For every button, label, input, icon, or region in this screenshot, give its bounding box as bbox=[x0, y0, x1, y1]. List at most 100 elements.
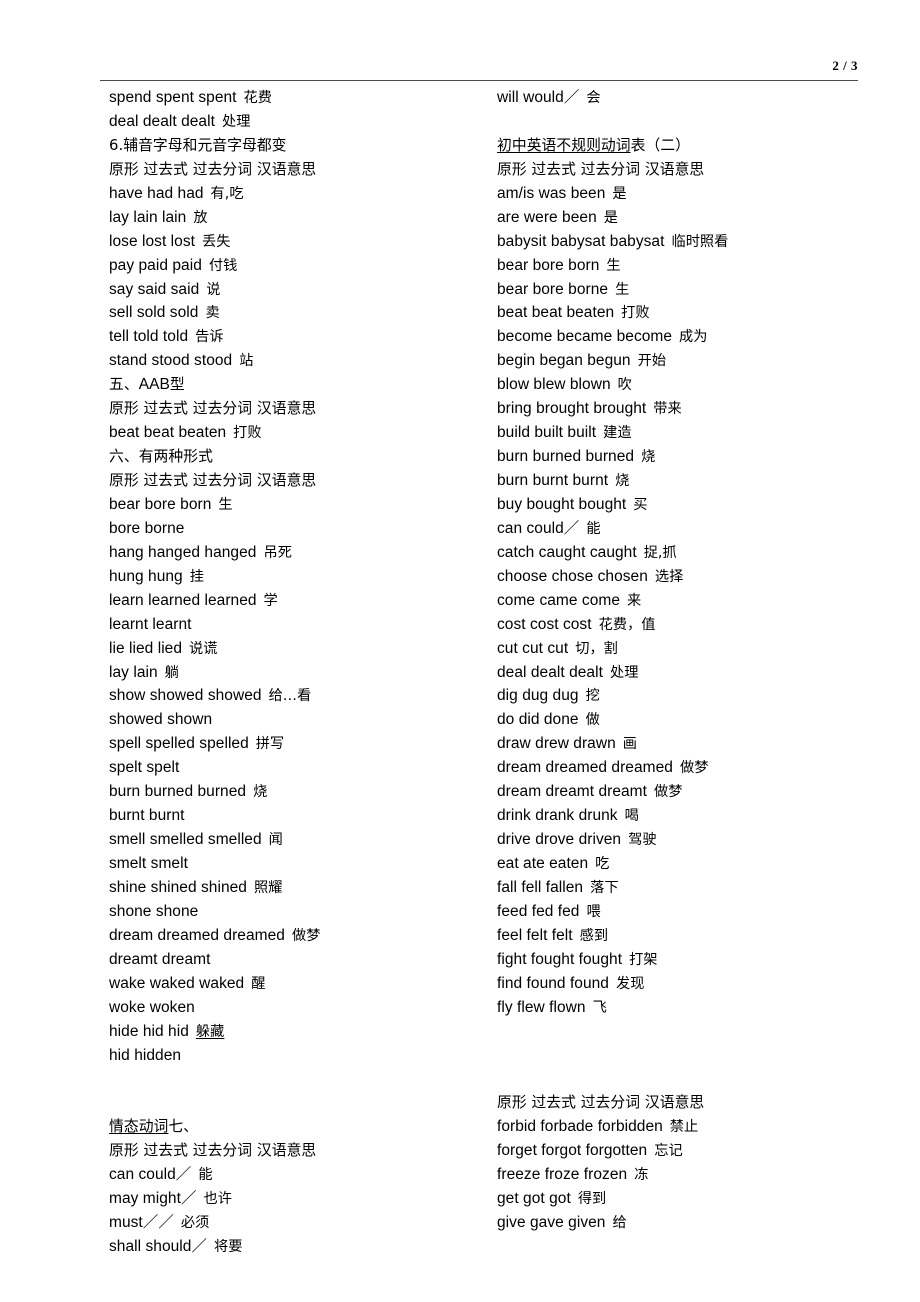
verb-forms-text: bear bore borne bbox=[497, 280, 609, 298]
chinese-meaning-text: 做 bbox=[585, 712, 600, 729]
verb-forms-text: dream dreamed dreamed bbox=[109, 926, 285, 944]
verb-entry-line: get got got 得到 bbox=[497, 1187, 887, 1211]
verb-forms-text: fight fought fought bbox=[497, 950, 623, 968]
left-column: spend spent spent 花费 deal dealt dealt 处理 6.辅… bbox=[109, 86, 499, 1259]
chinese-meaning-text: 丢失 bbox=[202, 233, 231, 250]
verb-forms-text: dreamt dreamt bbox=[109, 950, 211, 968]
chinese-meaning-text: 驾驶 bbox=[628, 832, 657, 849]
verb-entry-line: deal dealt dealt 处理 bbox=[497, 661, 887, 685]
chinese-meaning-text: 临时照看 bbox=[671, 233, 729, 250]
verb-entry-line: show showed showed 给…看 bbox=[109, 684, 499, 708]
verb-entry-line: fly flew flown 飞 bbox=[497, 996, 887, 1020]
verb-entry-line: babysit babysat babysat 临时照看 bbox=[497, 230, 887, 254]
verb-forms-text: forget forgot forgotten bbox=[497, 1142, 648, 1160]
verb-entry-line: do did done 做 bbox=[497, 708, 887, 732]
verb-forms-text: can could／ bbox=[497, 519, 580, 537]
chinese-meaning-text: 照耀 bbox=[253, 879, 283, 896]
verb-entry-line: fall fell fallen 落下 bbox=[497, 876, 887, 900]
chinese-meaning-text: 生 bbox=[615, 281, 630, 298]
verb-entry-line: wake waked waked 醒 bbox=[109, 972, 499, 996]
verb-forms-text: drive drove driven bbox=[497, 831, 622, 849]
chinese-meaning-text: 成为 bbox=[679, 329, 708, 346]
verb-forms-text: hung hung bbox=[109, 567, 183, 585]
chinese-meaning-text: 闻 bbox=[268, 832, 283, 849]
verb-entry-line: 6.辅音字母和元音字母都变 bbox=[109, 134, 499, 158]
verb-entry-line: hid hidden bbox=[109, 1044, 499, 1068]
chinese-meaning-text: 花费 bbox=[243, 90, 273, 106]
chinese-meaning-text: 生 bbox=[606, 257, 621, 274]
verb-forms-text: have had had bbox=[109, 184, 204, 202]
verb-forms-text: eat ate eaten bbox=[497, 855, 589, 872]
verb-forms-text: babysit babysat babysat bbox=[497, 232, 665, 250]
verb-forms-text: showed shown bbox=[109, 711, 213, 729]
verb-forms-text: freeze froze frozen bbox=[497, 1166, 628, 1184]
verb-forms-text: are were been bbox=[497, 208, 597, 226]
verb-entry-line: must／／ 必须 bbox=[109, 1211, 499, 1235]
verb-forms-text: forbid forbade forbidden bbox=[497, 1118, 663, 1136]
chinese-meaning-text: 放 bbox=[193, 209, 208, 226]
chinese-meaning-text: 喂 bbox=[586, 903, 601, 920]
verb-forms-text: shone shone bbox=[109, 902, 199, 920]
chinese-meaning-text: 来 bbox=[627, 592, 642, 609]
verb-forms-text: dig dug dug bbox=[497, 687, 579, 705]
chinese-meaning-text: 拼写 bbox=[255, 736, 285, 753]
chinese-meaning-text: 告诉 bbox=[195, 329, 224, 346]
chinese-meaning-text: 开始 bbox=[637, 353, 667, 370]
verb-entry-line: 原形 过去式 过去分词 汉语意思 bbox=[109, 158, 499, 182]
chinese-meaning-text: 感到 bbox=[579, 927, 609, 944]
verb-entry-line: freeze froze frozen 冻 bbox=[497, 1163, 887, 1187]
heading-chinese-suffix: 型 bbox=[169, 376, 185, 394]
verb-entry-line: drive drove driven 驾驶 bbox=[497, 828, 887, 852]
section-heading-text: 原形 过去式 过去分词 汉语意思 bbox=[109, 1142, 317, 1160]
chinese-meaning-text: 落下 bbox=[590, 879, 619, 896]
verb-entry-line: 原形 过去式 过去分词 汉语意思 bbox=[109, 397, 499, 421]
verb-entry-line: 原形 过去式 过去分词 汉语意思 bbox=[109, 1139, 499, 1163]
chinese-meaning-text: 站 bbox=[239, 353, 254, 370]
chinese-meaning-text: 喝 bbox=[624, 808, 639, 825]
verb-entry-line: 六、有两种形式 bbox=[109, 445, 499, 469]
chinese-meaning-text: 切，割 bbox=[575, 640, 618, 657]
chinese-meaning-text: 画 bbox=[622, 736, 638, 753]
verb-forms-text: sell sold sold bbox=[109, 304, 199, 322]
verb-entry-line: can could／ 能 bbox=[109, 1163, 499, 1187]
verb-entry-line: am/is was been 是 bbox=[497, 182, 887, 206]
chinese-meaning-text: 忘记 bbox=[654, 1143, 683, 1160]
verb-entry-line: say said said 说 bbox=[109, 278, 499, 302]
verb-forms-text: say said said bbox=[109, 280, 200, 298]
verb-entry-line: burn burnt burnt 烧 bbox=[497, 469, 887, 493]
verb-entry-line: feed fed fed 喂 bbox=[497, 900, 887, 924]
chinese-meaning-text: 打败 bbox=[621, 305, 650, 322]
verb-forms-text: tell told told bbox=[109, 328, 189, 346]
verb-entry-line: smell smelled smelled 闻 bbox=[109, 828, 499, 852]
chinese-meaning-text: 冻 bbox=[634, 1167, 649, 1184]
chinese-meaning-text: 处理 bbox=[221, 113, 251, 130]
document-page: 2 / 3 spend spent spent 花费 deal dealt deal… bbox=[0, 0, 920, 1302]
verb-forms-text: find found found bbox=[497, 974, 609, 992]
verb-forms-text: give gave given bbox=[497, 1214, 606, 1232]
verb-forms-text: spelt spelt bbox=[109, 759, 180, 777]
verb-forms-text: blow blew blown bbox=[497, 376, 611, 394]
verb-entry-line: burn burned burned 烧 bbox=[497, 445, 887, 469]
chinese-meaning-text: 禁止 bbox=[669, 1119, 699, 1136]
verb-entry-line: drink drank drunk 喝 bbox=[497, 804, 887, 828]
chinese-meaning-text: 做梦 bbox=[291, 927, 321, 944]
verb-entry-line: bear bore born 生 bbox=[109, 493, 499, 517]
section-heading-text: 原形 过去式 过去分词 汉语意思 bbox=[109, 400, 317, 418]
verb-entry-line: lay lain 躺 bbox=[109, 661, 499, 685]
chinese-meaning-text: 烧 bbox=[641, 449, 656, 466]
chinese-meaning-text: 飞 bbox=[592, 999, 607, 1016]
verb-entry-line: bore borne bbox=[109, 517, 499, 541]
verb-forms-text: hang hanged hanged bbox=[109, 543, 257, 561]
verb-forms-text: must／／ bbox=[109, 1214, 174, 1232]
section-heading-text: 五、 bbox=[109, 376, 139, 394]
chinese-meaning-text: 烧 bbox=[615, 473, 630, 489]
verb-entry-line: hung hung 挂 bbox=[109, 565, 499, 589]
verb-forms-text: beat beat beaten bbox=[109, 424, 227, 442]
verb-forms-text: come came come bbox=[497, 591, 621, 609]
chinese-meaning-text: 挂 bbox=[189, 568, 204, 585]
chinese-meaning-text: 吊死 bbox=[263, 544, 292, 561]
